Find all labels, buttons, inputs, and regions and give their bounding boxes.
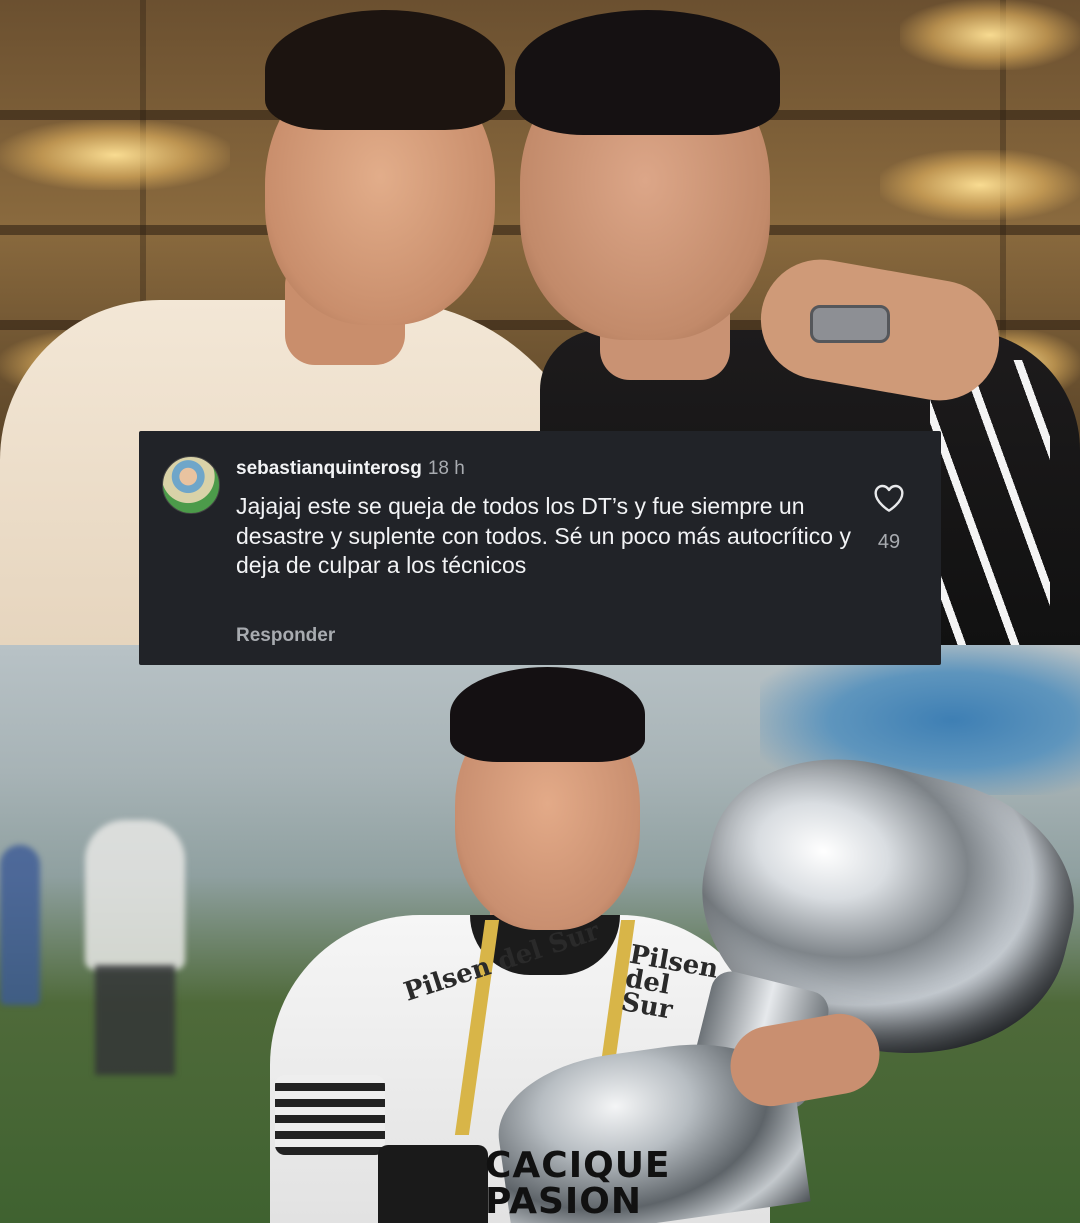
- comment-header: sebastianquinterosg 18 h: [236, 458, 465, 480]
- commenter-avatar[interactable]: [162, 456, 220, 514]
- watermark-label: CACIQUE PASION: [485, 1145, 671, 1222]
- young-man-hair: [265, 10, 505, 130]
- background-person: [0, 845, 40, 1005]
- instagram-comment-card: sebastianquinterosg 18 h Jajajaj este se …: [139, 431, 941, 665]
- comment-username[interactable]: sebastianquinterosg: [236, 458, 422, 479]
- wall-light: [880, 150, 1080, 220]
- background-person-legs: [95, 965, 175, 1075]
- player-hair: [450, 667, 645, 762]
- comment-timestamp: 18 h: [427, 458, 465, 479]
- watermark-text: CACIQUE PASION: [485, 1148, 715, 1220]
- reply-button[interactable]: Responder: [236, 625, 335, 647]
- like-count: 49: [877, 531, 901, 553]
- club-crest-watermark: [378, 1145, 488, 1223]
- wall-light: [0, 120, 230, 190]
- older-man-hair: [515, 10, 780, 135]
- wall-light: [900, 0, 1080, 70]
- jersey-sleeve-stripes: [275, 1075, 385, 1155]
- wristwatch: [810, 305, 890, 343]
- jacket-stripes: [930, 360, 1050, 645]
- comment-text: Jajajaj este se queja de todos los DT’s …: [236, 493, 851, 578]
- background-person: [85, 820, 185, 970]
- heart-outline-icon[interactable]: [873, 483, 905, 513]
